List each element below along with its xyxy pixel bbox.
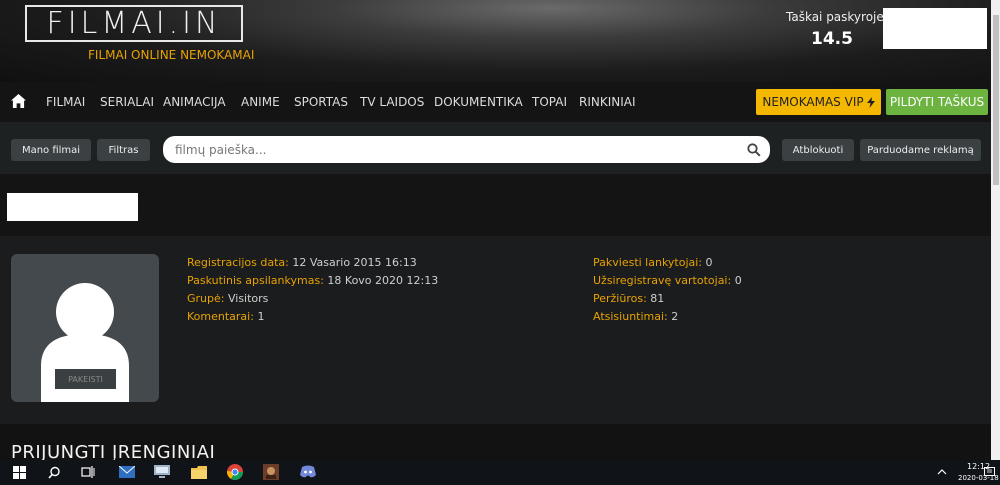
site-header: FILMAI.IN FILMAI ONLINE NEMOKAMAI Taškai… — [0, 0, 1000, 82]
info-value: 1 — [257, 310, 265, 323]
info-row: Paskutinis apsilankymas: 18 Kovo 2020 12… — [187, 272, 438, 290]
info-label: Grupė: — [187, 292, 225, 305]
nav-item-topai[interactable]: TOPAI — [532, 95, 567, 109]
discord-icon[interactable] — [298, 462, 318, 482]
points-label: Taškai paskyroje — [786, 10, 884, 24]
filter-button[interactable]: Filtras — [97, 139, 150, 161]
free-vip-button[interactable]: NEMOKAMAS VIP — [756, 89, 881, 115]
search-icon[interactable] — [747, 142, 761, 157]
nav-item-serialai[interactable]: SERIALAI — [100, 95, 154, 109]
points-value: 14.5 — [811, 29, 853, 49]
info-label: Paskutinis apsilankymas: — [187, 274, 324, 287]
sell-ads-button[interactable]: Parduodame reklamą — [860, 139, 981, 161]
lightning-icon — [866, 96, 875, 108]
change-avatar-button[interactable]: PAKEISTI — [55, 369, 116, 389]
my-films-button[interactable]: Mano filmai — [11, 139, 91, 161]
app-window: FILMAI.IN FILMAI ONLINE NEMOKAMAI Taškai… — [0, 0, 1000, 485]
nav-item-dokumentika[interactable]: DOKUMENTIKA — [434, 95, 523, 109]
nav-item-anime[interactable]: ANIME — [241, 95, 280, 109]
mail-icon[interactable] — [117, 462, 137, 482]
username-box — [7, 193, 138, 221]
file-explorer-icon[interactable] — [189, 462, 209, 482]
computer-icon[interactable] — [152, 462, 172, 482]
search-input[interactable] — [175, 142, 747, 157]
nav-item-animacija[interactable]: ANIMACIJA — [163, 95, 226, 109]
search-bar — [163, 136, 770, 163]
info-value: 81 — [650, 292, 665, 305]
profile-info-right: Pakviesti lankytojai: 0 Užsiregistravę v… — [593, 254, 742, 326]
nav-item-rinkiniai[interactable]: RINKINIAI — [579, 95, 636, 109]
user-panel[interactable] — [883, 8, 987, 49]
task-view-icon[interactable] — [78, 462, 98, 482]
info-value: 2 — [671, 310, 679, 323]
info-label: Atsisiuntimai: — [593, 310, 668, 323]
info-value: Visitors — [227, 292, 269, 305]
nav-item-sportas[interactable]: SPORTAS — [294, 95, 348, 109]
profile-title-area — [0, 174, 1000, 236]
info-row: Pakviesti lankytojai: 0 — [593, 254, 742, 272]
info-row: Peržiūros: 81 — [593, 290, 742, 308]
nav-item-filmai[interactable]: FILMAI — [46, 95, 85, 109]
chrome-icon[interactable] — [225, 462, 245, 482]
info-label: Užsiregistravę vartotojai: — [593, 274, 732, 287]
logo-text: FILMAI.IN — [46, 6, 222, 41]
search-icon[interactable] — [44, 462, 64, 482]
windows-taskbar — [0, 460, 1000, 485]
nav-item-tv-laidos[interactable]: TV LAIDOS — [360, 95, 424, 109]
info-label: Registracijos data: — [187, 256, 289, 269]
profile-info-left: Registracijos data: 12 Vasario 2015 16:1… — [187, 254, 438, 326]
info-value: 12 Vasario 2015 16:13 — [292, 256, 417, 269]
info-row: Grupė: Visitors — [187, 290, 438, 308]
info-label: Peržiūros: — [593, 292, 647, 305]
windows-start-icon[interactable] — [9, 462, 29, 482]
info-value: 18 Kovo 2020 12:13 — [327, 274, 439, 287]
notification-icon[interactable] — [979, 462, 999, 482]
unblock-button[interactable]: Atblokuoti — [782, 139, 854, 161]
info-label: Komentarai: — [187, 310, 254, 323]
vip-button-label: NEMOKAMAS VIP — [762, 95, 864, 109]
topup-points-button[interactable]: PILDYTI TAŠKUS — [886, 89, 988, 115]
info-value: 0 — [734, 274, 742, 287]
info-row: Užsiregistravę vartotojai: 0 — [593, 272, 742, 290]
game-app-icon[interactable] — [261, 462, 281, 482]
info-label: Pakviesti lankytojai: — [593, 256, 703, 269]
info-row: Komentarai: 1 — [187, 308, 438, 326]
info-row: Registracijos data: 12 Vasario 2015 16:1… — [187, 254, 438, 272]
home-icon[interactable] — [11, 94, 26, 108]
info-value: 0 — [705, 256, 713, 269]
scrollbar-thumb[interactable] — [993, 15, 999, 185]
site-logo[interactable]: FILMAI.IN — [25, 5, 243, 42]
chevron-up-icon[interactable] — [932, 462, 952, 482]
info-row: Atsisiuntimai: 2 — [593, 308, 742, 326]
site-tagline: FILMAI ONLINE NEMOKAMAI — [88, 48, 255, 62]
